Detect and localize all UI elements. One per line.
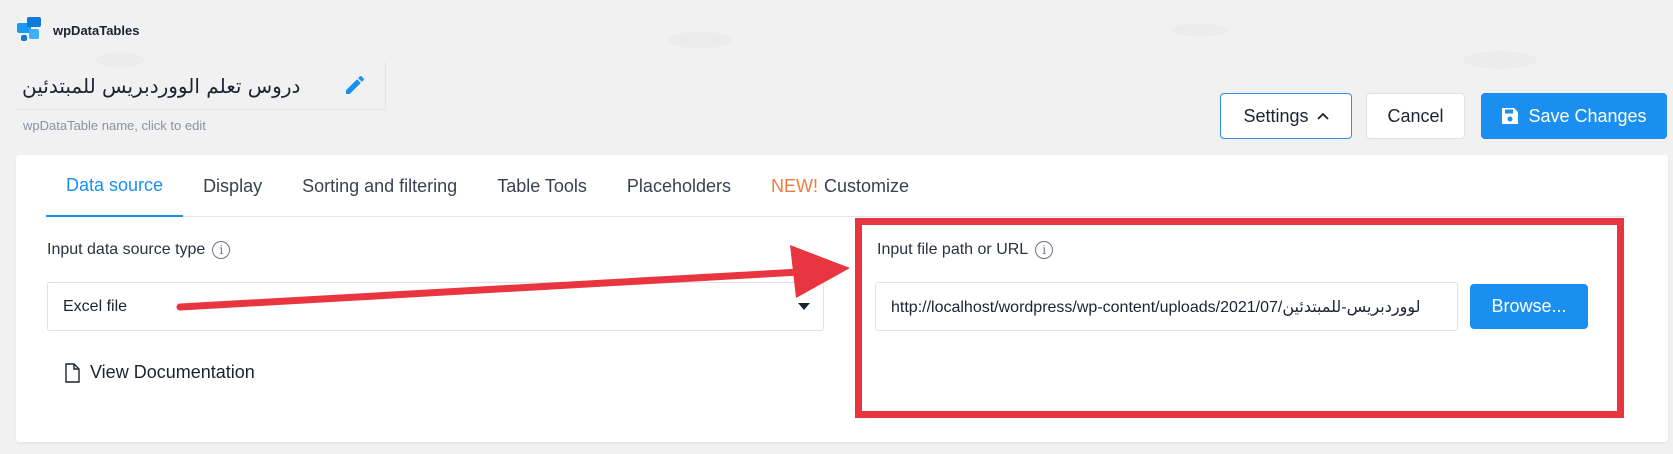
save-changes-button[interactable]: Save Changes bbox=[1481, 93, 1667, 139]
tab-label: Data source bbox=[66, 174, 164, 195]
tab-data-source[interactable]: Data source bbox=[46, 155, 184, 217]
tab-display[interactable]: Display bbox=[183, 155, 282, 217]
browse-label: Browse... bbox=[1491, 296, 1567, 316]
page: wpDataTables دروس تعلم الووردبريس للمبتد… bbox=[0, 0, 1673, 454]
label-text: Input file path or URL bbox=[877, 241, 1029, 258]
data-source-type-select[interactable]: Excel file bbox=[47, 282, 824, 331]
tab-label: Display bbox=[203, 175, 263, 196]
table-settings-card: Data source Display Sorting and filterin… bbox=[16, 155, 1668, 442]
pencil-icon[interactable] bbox=[343, 73, 367, 97]
tab-label: Table Tools bbox=[497, 175, 587, 196]
caret-down-icon bbox=[798, 303, 810, 310]
table-name-hint: wpDataTable name, click to edit bbox=[23, 118, 206, 133]
app-logo[interactable]: wpDataTables bbox=[17, 17, 139, 43]
tab-placeholders[interactable]: Placeholders bbox=[607, 155, 751, 217]
table-name-text: دروس تعلم الووردبريس للمبتدئين bbox=[22, 73, 301, 98]
save-label: Save Changes bbox=[1528, 105, 1647, 126]
file-path-input[interactable]: http://localhost/wordpress/wp-content/up… bbox=[875, 282, 1458, 331]
cancel-button[interactable]: Cancel bbox=[1366, 93, 1465, 139]
tab-sorting-filtering[interactable]: Sorting and filtering bbox=[282, 155, 477, 217]
view-documentation-link[interactable]: View Documentation bbox=[64, 362, 255, 383]
wpdatatables-logo-icon bbox=[17, 17, 45, 43]
tab-table-tools[interactable]: Table Tools bbox=[477, 155, 607, 217]
settings-label: Settings bbox=[1243, 105, 1309, 126]
table-name-field[interactable]: دروس تعلم الووردبريس للمبتدئين bbox=[16, 62, 386, 110]
info-icon[interactable]: i bbox=[212, 241, 231, 259]
tab-customize[interactable]: NEW! Customize bbox=[751, 155, 929, 217]
tab-label: Placeholders bbox=[626, 175, 731, 196]
new-badge: NEW! bbox=[770, 175, 818, 196]
info-icon[interactable]: i bbox=[1035, 241, 1054, 259]
logo-text: wpDataTables bbox=[53, 22, 140, 38]
label-text: Input data source type bbox=[47, 241, 206, 258]
document-icon bbox=[65, 362, 80, 383]
chevron-up-icon bbox=[1316, 112, 1329, 120]
input-value: http://localhost/wordpress/wp-content/up… bbox=[891, 298, 1421, 316]
settings-button[interactable]: Settings bbox=[1220, 93, 1352, 139]
file-path-label: Input file path or URL i bbox=[877, 241, 1054, 259]
data-source-type-label: Input data source type i bbox=[47, 241, 231, 259]
doc-link-text: View Documentation bbox=[90, 362, 255, 382]
tab-label: Customize bbox=[823, 175, 910, 196]
tab-label: Sorting and filtering bbox=[302, 175, 458, 196]
floppy-disk-icon bbox=[1502, 108, 1519, 124]
settings-tabs: Data source Display Sorting and filterin… bbox=[46, 155, 1626, 217]
browse-button[interactable]: Browse... bbox=[1470, 284, 1588, 329]
cancel-label: Cancel bbox=[1387, 105, 1444, 126]
select-value: Excel file bbox=[63, 297, 128, 315]
